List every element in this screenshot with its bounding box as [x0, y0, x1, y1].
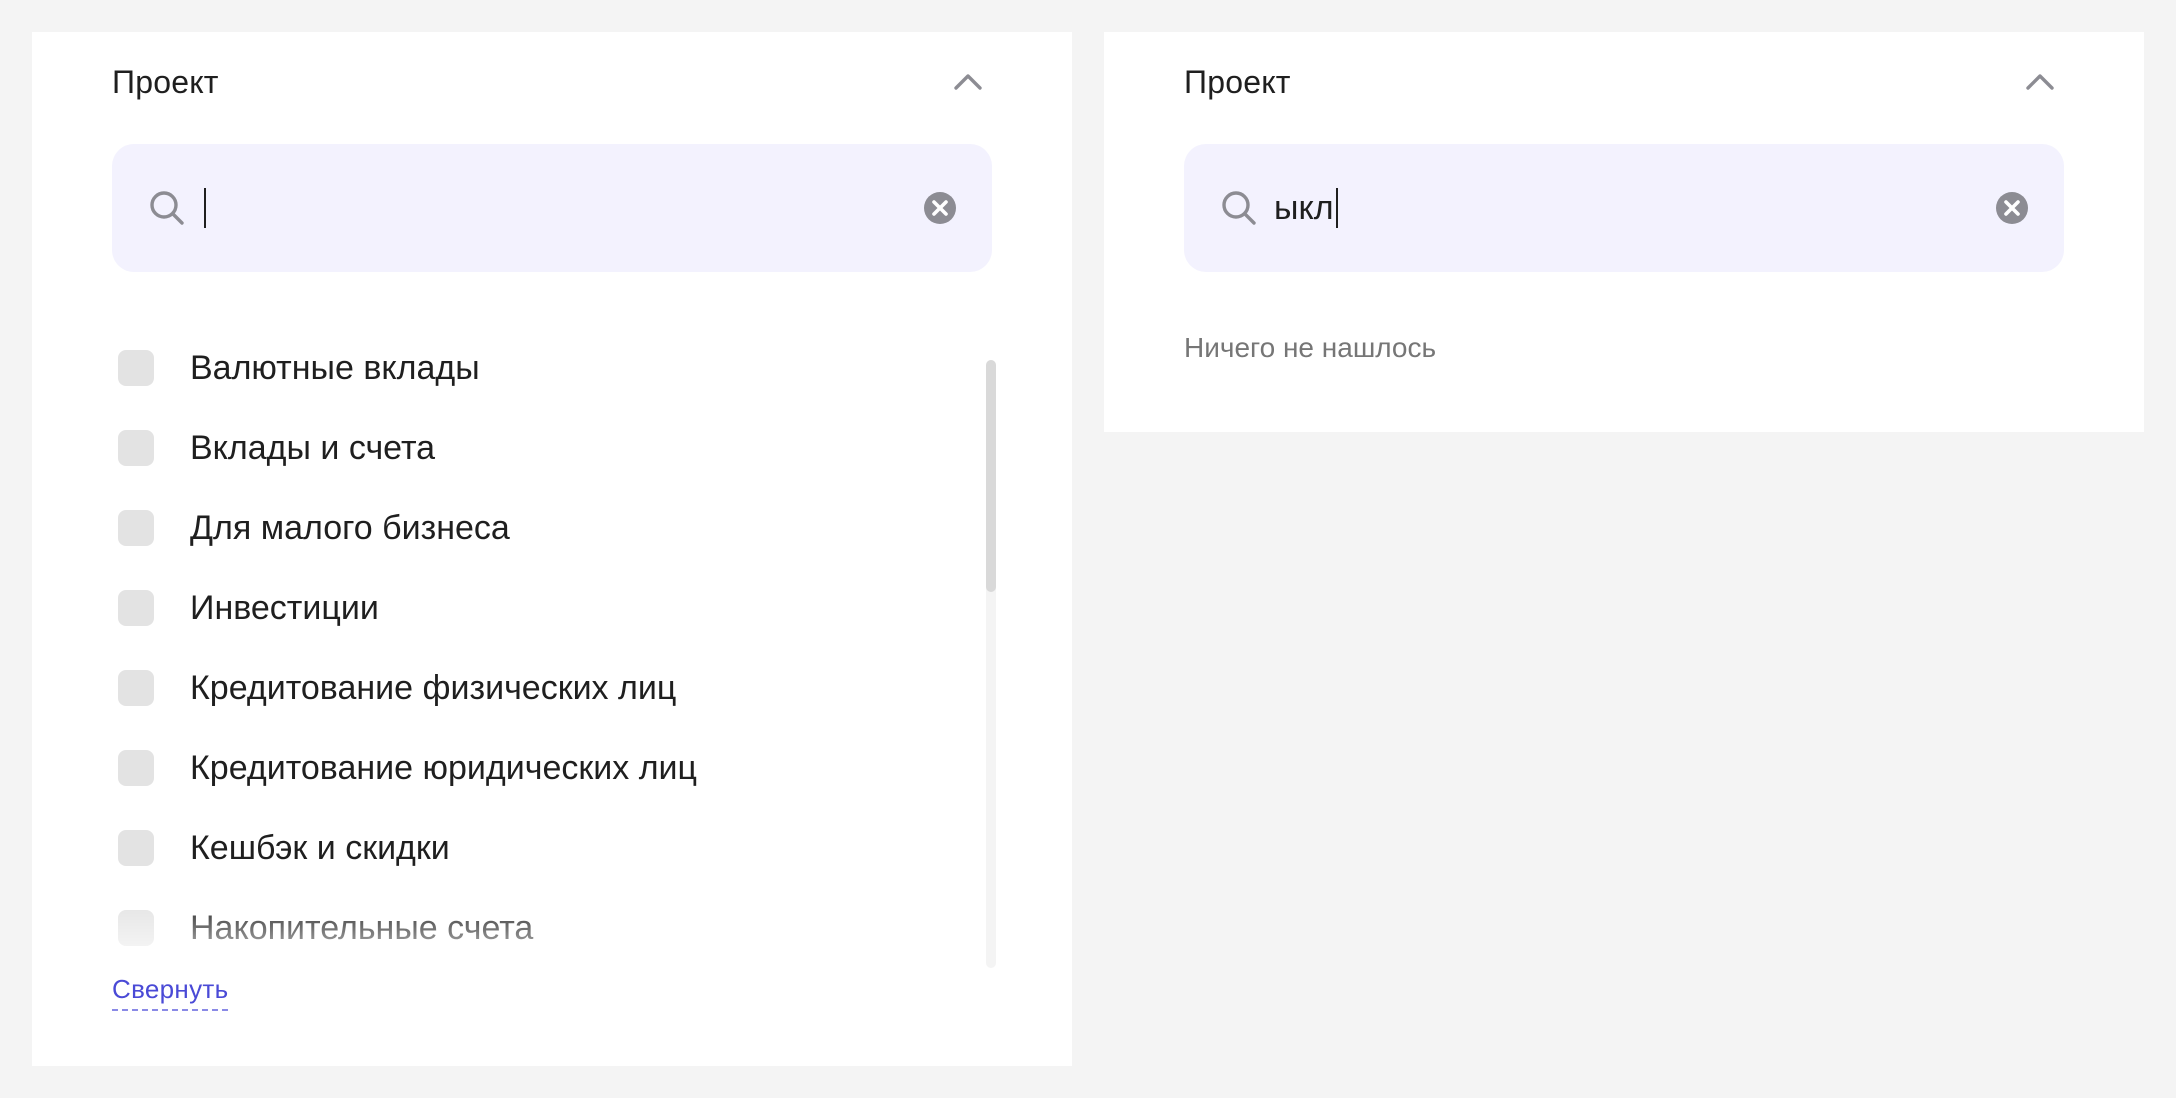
list-item[interactable]: Кредитование физических лиц — [112, 648, 976, 728]
list-item-label: Вклады и счета — [190, 428, 436, 467]
panel-header: Проект — [1184, 58, 2064, 106]
list-item-label: Накопительные счета — [190, 908, 534, 947]
search-box: ыкл — [1184, 144, 2064, 272]
list-item[interactable]: Вклады и счета — [112, 408, 976, 488]
search-box — [112, 144, 992, 272]
list-item[interactable]: Инвестиции — [112, 568, 976, 648]
text-caret — [204, 188, 206, 228]
list-item[interactable]: Кешбэк и скидки — [112, 808, 976, 888]
list-item[interactable]: Для малого бизнеса — [112, 488, 976, 568]
search-icon — [1222, 191, 1256, 225]
list-item-label: Инвестиции — [190, 588, 379, 627]
panel-title: Проект — [1184, 63, 1291, 100]
checkbox[interactable] — [118, 670, 154, 706]
chevron-up-icon[interactable] — [2016, 58, 2064, 106]
search-input-value: ыкл — [1274, 188, 1334, 227]
search-input[interactable] — [202, 188, 922, 228]
project-filter-panel-expanded: Проект Валютные вклады Вклады и счета Дл… — [32, 32, 1072, 1066]
checkbox[interactable] — [118, 350, 154, 386]
empty-state-message: Ничего не нашлось — [1184, 332, 1437, 363]
panel-header: Проект — [112, 58, 992, 106]
panel-title: Проект — [112, 63, 219, 100]
checkbox[interactable] — [118, 830, 154, 866]
checkbox[interactable] — [118, 430, 154, 466]
checkbox[interactable] — [118, 910, 154, 946]
checkbox[interactable] — [118, 510, 154, 546]
clear-circle-x-icon[interactable] — [922, 190, 958, 226]
list-item-label: Валютные вклады — [190, 348, 480, 387]
list-item-label: Для малого бизнеса — [190, 508, 510, 547]
clear-circle-x-icon[interactable] — [1994, 190, 2030, 226]
list-item-label: Кешбэк и скидки — [190, 828, 450, 867]
list-item-label: Кредитование физических лиц — [190, 668, 677, 707]
project-filter-panel-empty: Проект ыкл Ничего не нашлось — [1104, 32, 2144, 432]
checkbox[interactable] — [118, 750, 154, 786]
list-item[interactable]: Кредитование юридических лиц — [112, 728, 976, 808]
chevron-up-icon[interactable] — [944, 58, 992, 106]
scrollbar-track[interactable] — [986, 360, 996, 968]
list-item[interactable]: Накопительные счета — [112, 888, 976, 968]
collapse-link[interactable]: Свернуть — [112, 974, 229, 1011]
list-item-label: Кредитование юридических лиц — [190, 748, 697, 787]
scrollbar-thumb[interactable] — [986, 360, 996, 592]
search-input[interactable]: ыкл — [1274, 188, 1994, 228]
checkbox[interactable] — [118, 590, 154, 626]
search-icon — [150, 191, 184, 225]
list-item[interactable]: Валютные вклады — [112, 328, 976, 408]
options-list: Валютные вклады Вклады и счета Для малог… — [112, 328, 976, 968]
options-list-viewport: Валютные вклады Вклады и счета Для малог… — [112, 328, 996, 968]
text-caret — [1335, 188, 1338, 228]
